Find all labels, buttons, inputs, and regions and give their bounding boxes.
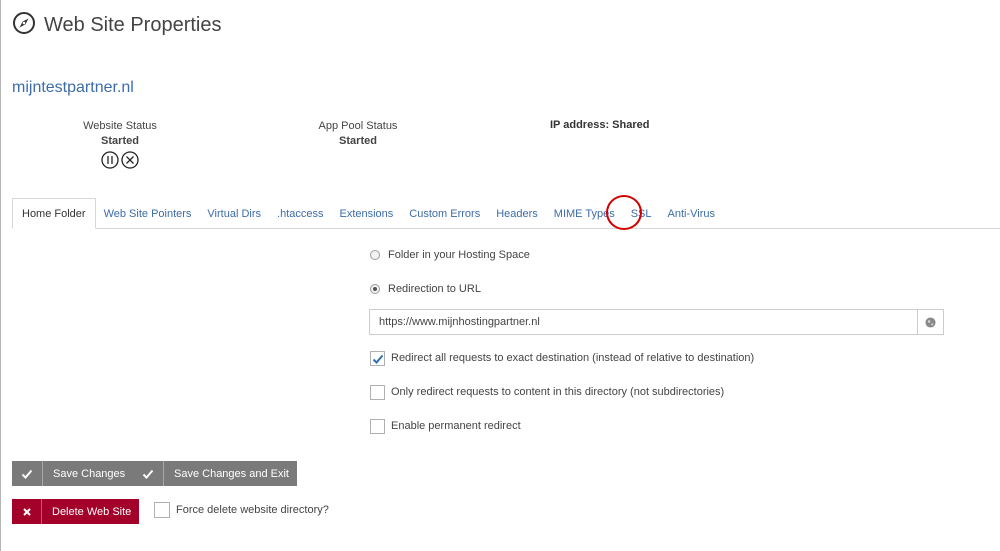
check-icon — [12, 461, 43, 486]
tabs-divider — [12, 228, 1000, 229]
redirect-radio[interactable] — [370, 284, 380, 294]
stop-icon[interactable] — [121, 151, 139, 172]
tab-virtual-dirs[interactable]: Virtual Dirs — [199, 198, 269, 229]
check-permanent-row[interactable]: Enable permanent redirect — [370, 418, 521, 434]
page-header: Web Site Properties — [12, 10, 222, 40]
directory-only-checkbox[interactable] — [370, 384, 385, 400]
compass-icon — [12, 11, 44, 40]
tab-anti-virus[interactable]: Anti-Virus — [660, 198, 723, 229]
check-exact-row[interactable]: Redirect all requests to exact destinati… — [370, 350, 754, 366]
check-dir-only-row[interactable]: Only redirect requests to content in thi… — [370, 384, 724, 400]
directory-only-label: Only redirect requests to content in thi… — [391, 386, 725, 398]
force-delete-checkbox[interactable] — [154, 502, 170, 518]
ip-address: IP address: Shared — [550, 119, 650, 131]
tab-htaccess[interactable]: .htaccess — [269, 198, 331, 229]
tab-headers[interactable]: Headers — [488, 198, 546, 229]
page-title: Web Site Properties — [44, 13, 222, 36]
site-name: mijntestpartner.nl — [12, 79, 134, 96]
website-status-value: Started — [101, 135, 139, 147]
tab-ssl[interactable]: SSL — [623, 198, 660, 229]
website-status: Website Status Started — [70, 119, 170, 172]
tab-extensions[interactable]: Extensions — [331, 198, 401, 229]
exact-destination-label: Redirect all requests to exact destinati… — [391, 352, 755, 364]
redirect-radio-label: Redirection to URL — [388, 283, 481, 295]
tab-home-folder[interactable]: Home Folder — [12, 198, 96, 229]
folder-radio-label: Folder in your Hosting Space — [388, 249, 530, 261]
app-pool-status-value: Started — [339, 135, 377, 147]
permanent-redirect-checkbox[interactable] — [370, 418, 385, 434]
folder-radio[interactable] — [370, 250, 380, 260]
save-and-exit-button[interactable]: Save Changes and Exit — [133, 461, 297, 486]
exact-destination-checkbox[interactable] — [370, 350, 385, 366]
website-status-label: Website Status — [83, 120, 157, 132]
force-delete-label: Force delete website directory? — [176, 504, 329, 516]
tab-bar: Home Folder Web Site Pointers Virtual Di… — [12, 198, 723, 229]
redirect-url-input[interactable] — [370, 310, 917, 334]
option-folder-row[interactable]: Folder in your Hosting Space — [370, 247, 530, 263]
save-and-exit-label: Save Changes and Exit — [174, 467, 289, 480]
permanent-redirect-label: Enable permanent redirect — [391, 420, 521, 432]
save-changes-label: Save Changes — [53, 467, 126, 480]
app-pool-status-label: App Pool Status — [318, 120, 398, 132]
website-controls — [70, 151, 170, 172]
tab-custom-errors[interactable]: Custom Errors — [401, 198, 488, 229]
redirect-url-group — [369, 309, 944, 335]
left-border — [0, 0, 1, 551]
force-delete-row[interactable]: Force delete website directory? — [154, 501, 329, 519]
app-pool-status: App Pool Status Started — [303, 119, 413, 149]
globe-icon[interactable] — [917, 310, 943, 334]
option-redirect-row[interactable]: Redirection to URL — [370, 281, 481, 297]
delete-web-site-label: Delete Web Site — [52, 505, 132, 518]
tab-web-site-pointers[interactable]: Web Site Pointers — [96, 198, 200, 229]
check-icon — [133, 461, 164, 486]
delete-web-site-button[interactable]: Delete Web Site — [12, 499, 140, 524]
close-icon — [12, 499, 42, 524]
pause-icon[interactable] — [101, 151, 119, 172]
tab-mime-types[interactable]: MIME Types — [546, 198, 623, 229]
save-changes-button[interactable]: Save Changes — [12, 461, 134, 486]
